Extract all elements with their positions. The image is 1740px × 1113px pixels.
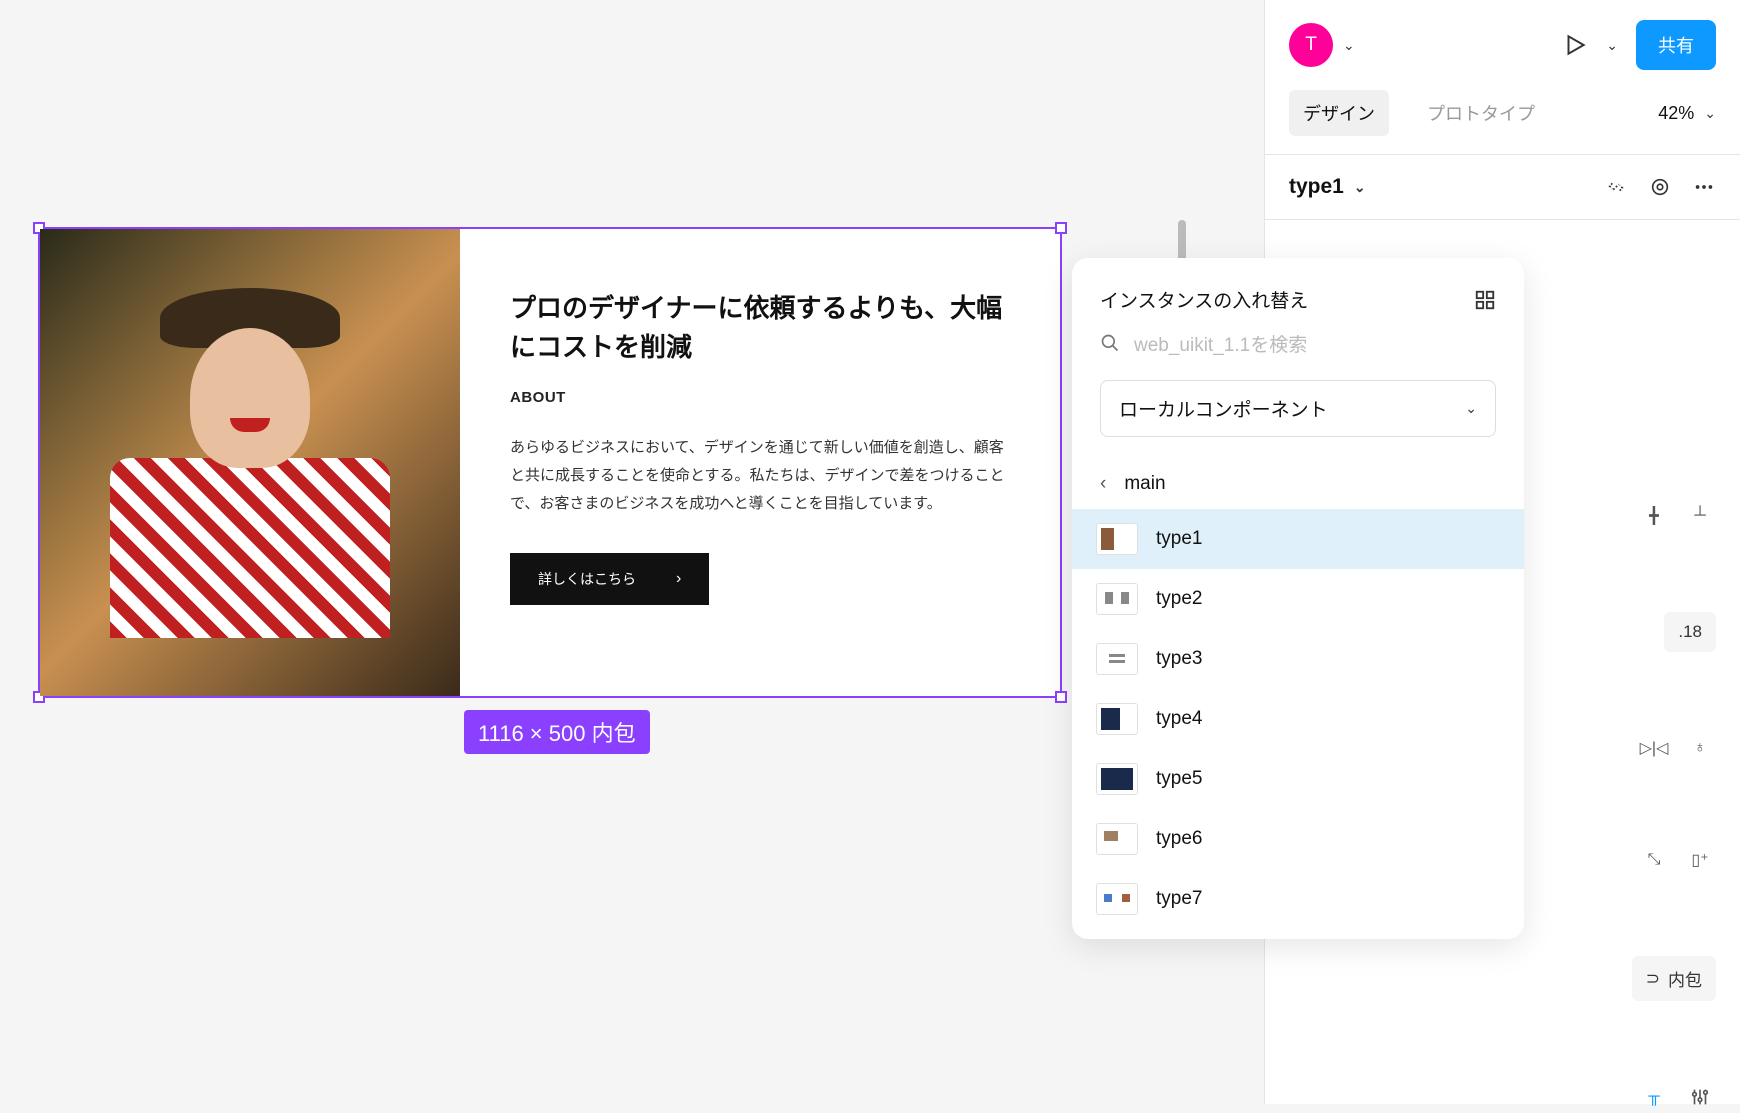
value-box[interactable]: .18 (1664, 612, 1716, 652)
zoom-control[interactable]: 42% ⌄ (1658, 103, 1716, 124)
tab-prototype[interactable]: プロトタイプ (1413, 90, 1549, 136)
frame-heading: プロのデザイナーに依頼するよりも、大幅にコストを削減 (510, 289, 1010, 367)
list-item[interactable]: type6 (1072, 809, 1524, 869)
avatar: T (1289, 23, 1333, 67)
search-row (1072, 333, 1524, 380)
search-icon (1100, 333, 1120, 358)
align-icon[interactable]: ┴ (1684, 500, 1716, 532)
list-item[interactable]: type7 (1072, 869, 1524, 929)
chevron-right-icon: › (676, 570, 681, 588)
chevron-down-icon: ⌄ (1343, 37, 1355, 54)
component-list: type1 type2 type3 type4 type5 type6 type… (1072, 509, 1524, 939)
flip-icon[interactable]: ▷|◁ (1638, 732, 1670, 764)
thumbnail (1096, 703, 1138, 735)
list-item[interactable]: type3 (1072, 629, 1524, 689)
instance-header: type1 ⌄ (1265, 155, 1740, 219)
dropdown-label: ローカルコンポーネント (1119, 395, 1328, 422)
breadcrumb[interactable]: ‹ main (1072, 459, 1524, 509)
thumbnail (1096, 583, 1138, 615)
list-item-label: type4 (1156, 708, 1202, 730)
chevron-down-icon[interactable]: ⌄ (1606, 37, 1618, 54)
resize-handle-tr[interactable] (1055, 222, 1067, 234)
list-item[interactable]: type1 (1072, 509, 1524, 569)
value-box[interactable]: ⊃内包 (1632, 956, 1716, 1001)
thumbnail (1096, 883, 1138, 915)
list-item[interactable]: type2 (1072, 569, 1524, 629)
list-item-label: type6 (1156, 828, 1202, 850)
settings-icon[interactable] (1684, 1081, 1716, 1113)
align-icon[interactable]: ╋ (1638, 500, 1670, 532)
popup-title: インスタンスの入れ替え (1100, 286, 1308, 313)
dimension-badge: 1116 × 500 内包 (464, 710, 650, 754)
align-active-icon[interactable]: ╥ (1638, 1081, 1670, 1113)
zoom-value: 42% (1658, 103, 1694, 124)
layout-icon[interactable]: ▯⁺ (1684, 844, 1716, 876)
thumbnail (1096, 523, 1138, 555)
search-input[interactable] (1134, 335, 1496, 357)
detach-instance-icon[interactable] (1604, 175, 1628, 199)
more-icon[interactable] (1692, 175, 1716, 199)
selected-frame[interactable]: プロのデザイナーに依頼するよりも、大幅にコストを削減 ABOUT あらゆるビジネ… (38, 227, 1062, 698)
frame-subheading: ABOUT (510, 389, 1010, 406)
list-item-label: type2 (1156, 588, 1202, 610)
panel-tabs: デザイン プロトタイプ 42% ⌄ (1265, 90, 1740, 154)
instance-name-dropdown[interactable]: type1 ⌄ (1289, 175, 1366, 199)
canvas-area[interactable]: プロのデザイナーに依頼するよりも、大幅にコストを削減 ABOUT あらゆるビジネ… (0, 0, 1200, 1104)
frame-cta-button: 詳しくはこちら › (510, 553, 709, 605)
list-item-label: type7 (1156, 888, 1202, 910)
thumbnail (1096, 763, 1138, 795)
play-button[interactable] (1562, 32, 1588, 58)
frame-cta-label: 詳しくはこちら (538, 569, 636, 589)
chevron-down-icon: ⌄ (1465, 400, 1477, 417)
breadcrumb-label: main (1124, 473, 1165, 495)
instance-swap-popup: インスタンスの入れ替え ローカルコンポーネント ⌄ ‹ main type1 t… (1072, 258, 1524, 939)
minimize-icon[interactable]: ⤡ (1638, 844, 1670, 876)
panel-controls-partial: ╋ ┴ .18 ▷|◁ ♁ ⤡ ▯⁺ ⊃内包 ╥ (1632, 500, 1716, 1113)
list-item[interactable]: type5 (1072, 749, 1524, 809)
library-dropdown[interactable]: ローカルコンポーネント ⌄ (1100, 380, 1496, 437)
share-button[interactable]: 共有 (1636, 20, 1716, 70)
chevron-down-icon: ⌄ (1354, 179, 1366, 196)
grid-view-icon[interactable] (1474, 289, 1496, 311)
topbar: T ⌄ ⌄ 共有 (1265, 0, 1740, 90)
list-item-label: type1 (1156, 528, 1202, 550)
align-icon[interactable]: ♁ (1684, 732, 1716, 764)
tab-design[interactable]: デザイン (1289, 90, 1389, 136)
chevron-down-icon: ⌄ (1704, 105, 1716, 122)
chevron-left-icon[interactable]: ‹ (1100, 473, 1106, 495)
frame-image (40, 229, 460, 696)
list-item[interactable]: type4 (1072, 689, 1524, 749)
go-to-main-icon[interactable] (1648, 175, 1672, 199)
frame-body-text: あらゆるビジネスにおいて、デザインを通じて新しい価値を創造し、顧客と共に成長する… (510, 434, 1010, 517)
thumbnail (1096, 823, 1138, 855)
list-item-label: type3 (1156, 648, 1202, 670)
frame-text-area: プロのデザイナーに依頼するよりも、大幅にコストを削減 ABOUT あらゆるビジネ… (460, 229, 1060, 696)
list-item-label: type5 (1156, 768, 1202, 790)
thumbnail (1096, 643, 1138, 675)
resize-handle-br[interactable] (1055, 691, 1067, 703)
frame-content: プロのデザイナーに依頼するよりも、大幅にコストを削減 ABOUT あらゆるビジネ… (40, 229, 1060, 696)
avatar-menu[interactable]: T ⌄ (1289, 23, 1355, 67)
